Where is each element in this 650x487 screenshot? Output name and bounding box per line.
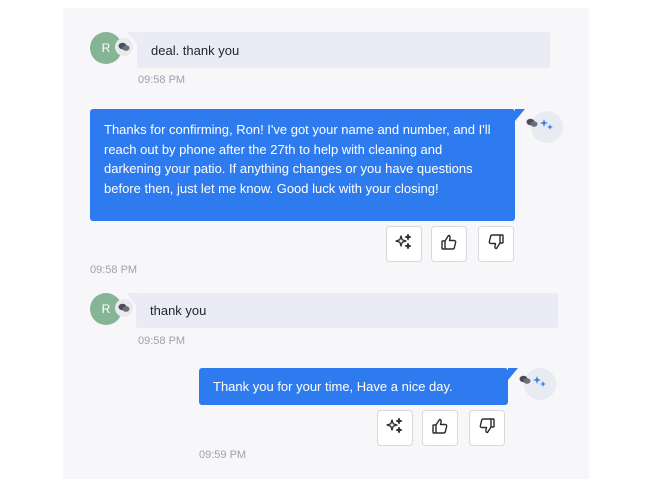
message-timestamp: 09:58 PM bbox=[138, 74, 186, 86]
thumbs-up-icon bbox=[431, 417, 449, 440]
thumbs-up-button[interactable] bbox=[422, 410, 458, 446]
user-message-bubble: thank you bbox=[126, 293, 558, 328]
thumbs-down-button[interactable] bbox=[478, 226, 514, 262]
avatar-initial: R bbox=[101, 302, 111, 316]
user-message-bubble: deal. thank you bbox=[127, 32, 550, 68]
message-timestamp: 09:58 PM bbox=[138, 335, 186, 347]
message-text: thank you bbox=[150, 303, 207, 318]
assistant-message-bubble: Thanks for confirming, Ron! I've got you… bbox=[90, 109, 525, 221]
sparkle-icon bbox=[395, 233, 413, 256]
regenerate-button[interactable] bbox=[377, 410, 413, 446]
sparkle-icon bbox=[532, 374, 548, 395]
assistant-message-bubble: Thank you for your time, Have a nice day… bbox=[199, 368, 518, 405]
thumbs-down-button[interactable] bbox=[469, 410, 505, 446]
sparkle-icon bbox=[386, 417, 404, 440]
thumbs-up-button[interactable] bbox=[431, 226, 467, 262]
message-timestamp: 09:59 PM bbox=[199, 449, 247, 461]
sparkle-icon bbox=[539, 117, 555, 138]
chat-bubbles-icon bbox=[525, 116, 539, 130]
regenerate-button[interactable] bbox=[386, 226, 422, 262]
assistant-avatar bbox=[526, 111, 563, 143]
chat-bubbles-icon bbox=[518, 373, 532, 387]
message-timestamp: 09:58 PM bbox=[90, 264, 138, 276]
assistant-avatar bbox=[519, 368, 556, 400]
message-text: Thanks for confirming, Ron! I've got you… bbox=[104, 122, 491, 196]
avatar-initial: R bbox=[101, 41, 111, 55]
message-text: Thank you for your time, Have a nice day… bbox=[213, 378, 453, 394]
thumbs-up-icon bbox=[440, 233, 458, 256]
thumbs-down-icon bbox=[487, 233, 505, 256]
message-text: deal. thank you bbox=[151, 42, 240, 58]
thumbs-down-icon bbox=[478, 417, 496, 440]
